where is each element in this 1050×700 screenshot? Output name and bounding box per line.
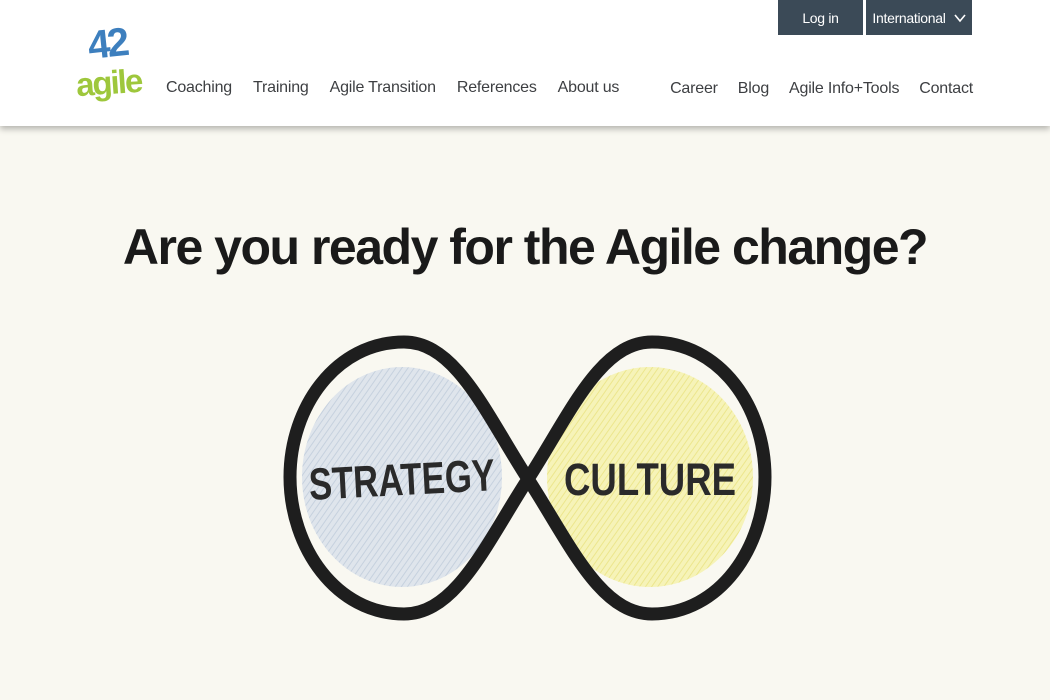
international-label: International — [872, 9, 946, 26]
hero-title: Are you ready for the Agile change? — [122, 219, 929, 275]
chevron-down-icon — [953, 13, 966, 22]
secondary-nav: Career Blog Agile Info+Tools Contact — [650, 80, 973, 98]
nav-item-agile-info-tools[interactable]: Agile Info+Tools — [789, 80, 899, 98]
login-button[interactable]: Log in — [778, 0, 863, 35]
logo-number: 42 — [85, 20, 129, 68]
login-label: Log in — [802, 9, 839, 26]
nav-item-career[interactable]: Career — [670, 80, 718, 98]
strategy-label: STRATEGY — [308, 449, 496, 510]
site-header: 42 agile Coaching Training Agile Transit… — [0, 0, 1050, 126]
nav-item-about-us[interactable]: About us — [558, 79, 620, 97]
international-dropdown[interactable]: International — [866, 0, 972, 35]
main-nav: Coaching Training Agile Transition Refer… — [166, 79, 640, 97]
nav-item-training[interactable]: Training — [253, 79, 309, 97]
agile42-logo[interactable]: 42 agile — [74, 20, 144, 114]
strategy-culture-infinity-illustration: STRATEGY CULTURE — [283, 335, 772, 621]
culture-label: CULTURE — [564, 454, 736, 505]
nav-item-contact[interactable]: Contact — [919, 80, 973, 98]
nav-item-agile-transition[interactable]: Agile Transition — [330, 79, 436, 97]
nav-item-coaching[interactable]: Coaching — [166, 79, 232, 97]
logo-word: agile — [74, 61, 143, 104]
nav-item-blog[interactable]: Blog — [738, 80, 769, 98]
nav-item-references[interactable]: References — [457, 79, 537, 97]
